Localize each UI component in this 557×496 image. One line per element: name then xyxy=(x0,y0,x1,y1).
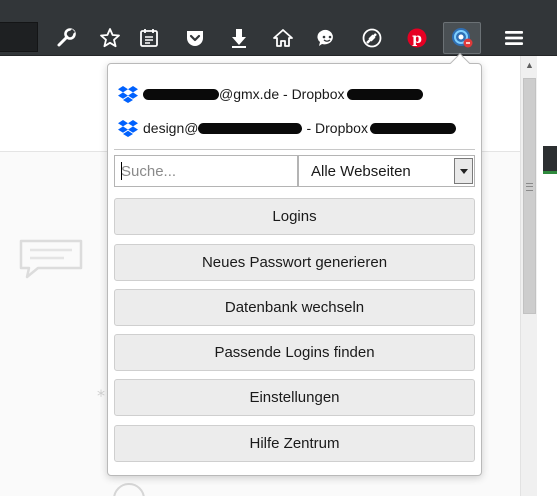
redacted-text xyxy=(347,88,424,100)
redacted-text xyxy=(143,88,219,100)
search-input[interactable] xyxy=(114,155,298,187)
generate-password-button[interactable]: Neues Passwort generieren xyxy=(114,244,475,281)
scroll-up-arrow-icon[interactable]: ▲ xyxy=(521,58,538,72)
download-icon[interactable] xyxy=(225,24,253,52)
account-email-2-suffix: - Dropbox xyxy=(306,120,368,136)
find-logins-button[interactable]: Passende Logins finden xyxy=(114,334,475,371)
help-center-button[interactable]: Hilfe Zentrum xyxy=(114,425,475,462)
speech-bubble-icon xyxy=(18,238,84,285)
account-item-2[interactable]: design@ - Dropbox xyxy=(118,117,456,139)
password-manager-icon[interactable] xyxy=(448,24,476,52)
scope-select-value: Alle Webseiten xyxy=(311,163,411,180)
settings-button[interactable]: Einstellungen xyxy=(114,379,475,416)
redacted-text xyxy=(198,122,303,134)
wrench-icon[interactable] xyxy=(52,24,80,52)
url-bar[interactable] xyxy=(0,22,38,52)
scroll-thumb[interactable] xyxy=(523,78,536,314)
scrollbar[interactable]: ▲ xyxy=(520,56,537,496)
browser-toolbar: p xyxy=(0,0,557,56)
redacted-text xyxy=(369,122,456,134)
divider xyxy=(114,149,475,150)
chat-icon[interactable] xyxy=(313,24,341,52)
svg-text:p: p xyxy=(412,31,422,47)
side-tab[interactable] xyxy=(543,146,557,174)
home-icon[interactable] xyxy=(269,24,297,52)
thumb-grip-icon xyxy=(526,183,533,191)
star-icon[interactable] xyxy=(96,24,124,52)
dropbox-icon xyxy=(118,120,138,137)
text-caret xyxy=(121,162,122,180)
account-email-2-prefix: design@ xyxy=(143,120,199,136)
pen-icon[interactable] xyxy=(358,24,386,52)
chevron-down-icon[interactable] xyxy=(454,158,473,184)
switch-database-button[interactable]: Datenbank wechseln xyxy=(114,289,475,326)
pinterest-icon[interactable]: p xyxy=(403,24,431,52)
logins-button[interactable]: Logins xyxy=(114,198,475,235)
side-strip xyxy=(537,56,557,496)
reader-icon[interactable] xyxy=(135,24,163,52)
asterisk-mark: * xyxy=(97,386,105,405)
pocket-icon[interactable] xyxy=(181,24,209,52)
account-email-1: @gmx.de - Dropbox xyxy=(219,86,345,102)
menu-icon[interactable] xyxy=(500,24,528,52)
scope-select[interactable]: Alle Webseiten xyxy=(298,155,475,187)
account-item-1[interactable]: @gmx.de - Dropbox xyxy=(118,83,424,105)
dropbox-icon xyxy=(118,86,138,103)
